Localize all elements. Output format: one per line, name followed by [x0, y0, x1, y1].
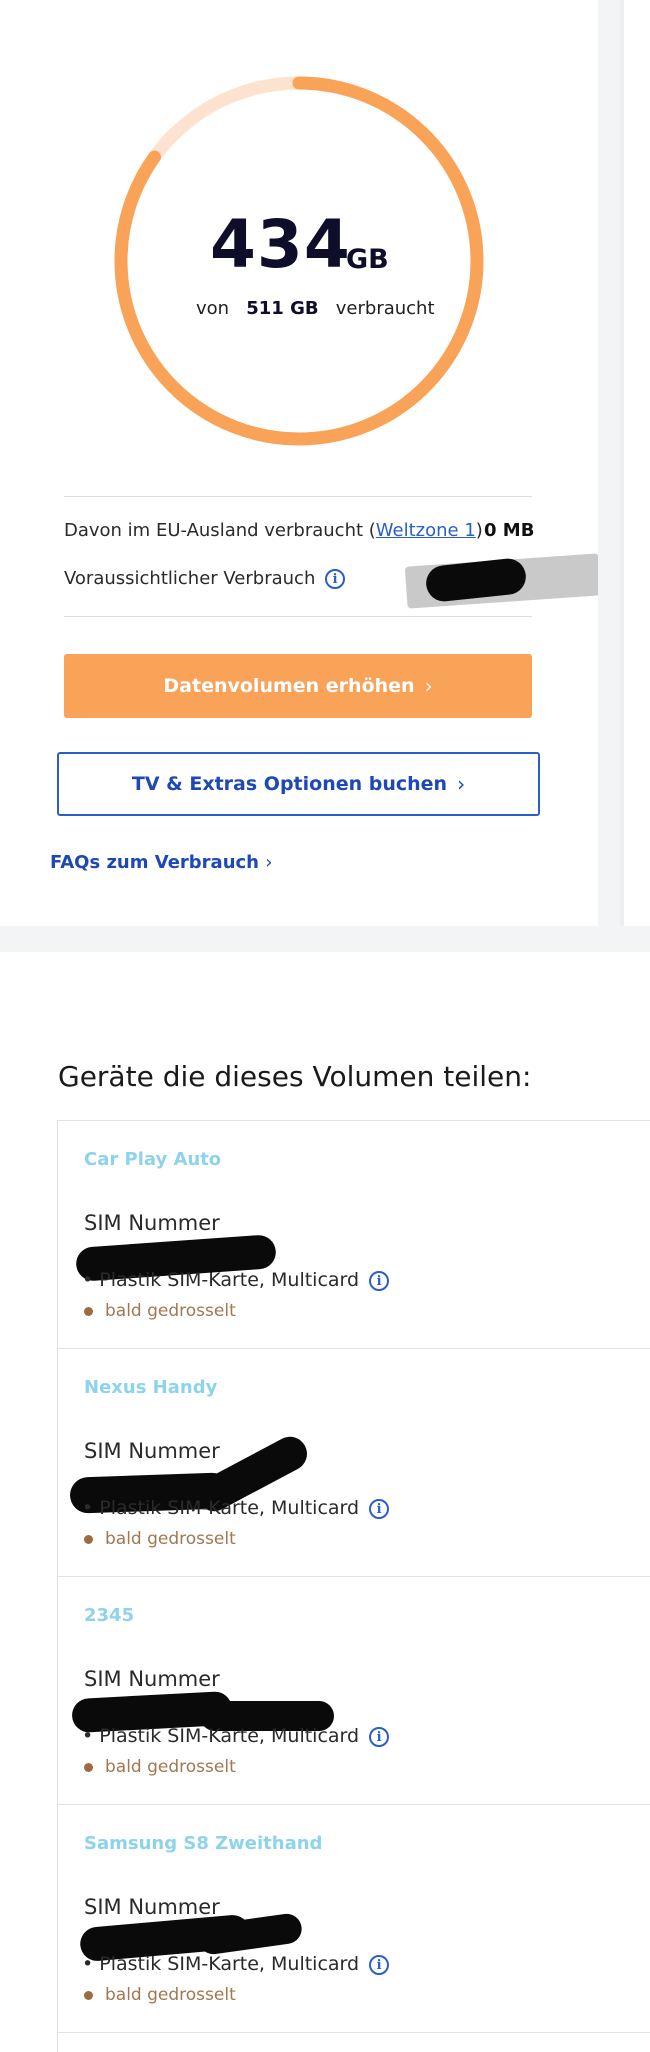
info-icon[interactable]: i: [369, 1954, 390, 1975]
throttle-status: bald gedrosselt: [84, 1301, 236, 1321]
sim-number-label: SIM Nummer: [84, 1667, 220, 1691]
chevron-right-icon: ›: [457, 772, 466, 796]
chevron-right-icon: ›: [424, 674, 433, 698]
divider: [64, 616, 532, 617]
sim-type: • Plastik SIM-Karte, Multicard i: [82, 1269, 390, 1291]
info-icon[interactable]: i: [369, 1498, 390, 1519]
device-card[interactable]: Nexus Handy SIM Nummer • Plastik SIM-Kar…: [58, 1349, 650, 1577]
divider: [64, 496, 532, 497]
info-icon[interactable]: i: [369, 1270, 390, 1291]
sim-type: • Plastik SIM-Karte, Multicard i: [82, 1725, 390, 1747]
status-dot-icon: [84, 1990, 93, 2000]
device-card[interactable]: Car Play Auto SIM Nummer • Plastik SIM-K…: [58, 1121, 650, 1349]
faq-usage-label: FAQs zum Verbrauch: [50, 852, 259, 873]
usage-total-value: 511 GB: [246, 298, 319, 319]
used-volume-value: 434: [210, 206, 351, 283]
eu-usage-label: Davon im EU-Ausland verbraucht (Weltzone…: [64, 520, 483, 541]
weltzone-link[interactable]: Weltzone 1: [376, 520, 476, 541]
throttle-status: bald gedrosselt: [84, 1757, 236, 1777]
status-text: bald gedrosselt: [105, 1985, 236, 2005]
sim-type-text: • Plastik SIM-Karte, Multicard: [82, 1725, 360, 1747]
device-name[interactable]: Car Play Auto: [84, 1149, 221, 1170]
faq-usage-link[interactable]: FAQs zum Verbrauch ›: [50, 852, 272, 873]
side-panel: [620, 0, 650, 926]
book-tv-extras-label: TV & Extras Optionen buchen: [131, 773, 448, 795]
status-dot-icon: [84, 1534, 93, 1544]
status-dot-icon: [84, 1762, 93, 1772]
info-icon[interactable]: i: [325, 569, 346, 589]
forecast-label-text: Voraussichtlicher Verbrauch: [64, 568, 316, 589]
used-volume-unit: GB: [346, 244, 389, 275]
device-name[interactable]: Samsung S8 Zweithand: [84, 1833, 322, 1854]
eu-usage-label-text: Davon im EU-Ausland verbraucht (: [64, 520, 376, 541]
usage-total-suffix: verbraucht: [335, 298, 435, 319]
devices-section-title: Geräte die dieses Volumen teilen:: [58, 1060, 532, 1093]
sim-number-label: SIM Nummer: [84, 1439, 220, 1463]
forecast-label: Voraussichtlicher Verbrauch i: [64, 568, 346, 589]
sim-type-text: • Plastik SIM-Karte, Multicard: [82, 1953, 360, 1975]
throttle-status: bald gedrosselt: [84, 1985, 236, 2005]
usage-card: 434 GB von 511 GB verbraucht Davon im EU…: [0, 0, 602, 926]
sim-type-text: • Plastik SIM-Karte, Multicard: [82, 1269, 360, 1291]
status-text: bald gedrosselt: [105, 1529, 236, 1549]
info-icon[interactable]: i: [369, 1726, 390, 1747]
device-name[interactable]: Nexus Handy: [84, 1377, 217, 1398]
device-card[interactable]: 2345 SIM Nummer • Plastik SIM-Karte, Mul…: [58, 1577, 650, 1805]
increase-data-volume-label: Datenvolumen erhöhen: [163, 675, 415, 697]
chevron-right-icon: ›: [265, 852, 273, 873]
increase-data-volume-button[interactable]: Datenvolumen erhöhen ›: [64, 654, 532, 718]
eu-usage-label-close: ): [475, 520, 483, 541]
device-list: Car Play Auto SIM Nummer • Plastik SIM-K…: [57, 1120, 650, 2052]
status-text: bald gedrosselt: [105, 1757, 236, 1777]
side-gutter: [598, 0, 620, 926]
eu-usage-value: 0 MB: [484, 520, 535, 541]
throttle-status: bald gedrosselt: [84, 1529, 236, 1549]
status-text: bald gedrosselt: [105, 1301, 236, 1321]
book-tv-extras-button[interactable]: TV & Extras Optionen buchen ›: [57, 752, 540, 816]
sim-number-label: SIM Nummer: [84, 1895, 220, 1919]
section-separator: [0, 926, 650, 952]
sim-type: • Plastik SIM-Karte, Multicard i: [82, 1953, 390, 1975]
side-panel-edge: [620, 0, 624, 926]
status-dot-icon: [84, 1306, 93, 1316]
sim-type: • Plastik SIM-Karte, Multicard i: [82, 1497, 390, 1519]
sim-number-label: SIM Nummer: [84, 1211, 220, 1235]
usage-total-line: von 511 GB verbraucht: [196, 298, 435, 319]
device-name[interactable]: 2345: [84, 1605, 134, 1626]
device-card[interactable]: Samsung S8 Zweithand SIM Nummer • Plasti…: [58, 1805, 650, 2033]
sim-type-text: • Plastik SIM-Karte, Multicard: [82, 1497, 360, 1519]
usage-total-prefix: von: [196, 298, 230, 319]
